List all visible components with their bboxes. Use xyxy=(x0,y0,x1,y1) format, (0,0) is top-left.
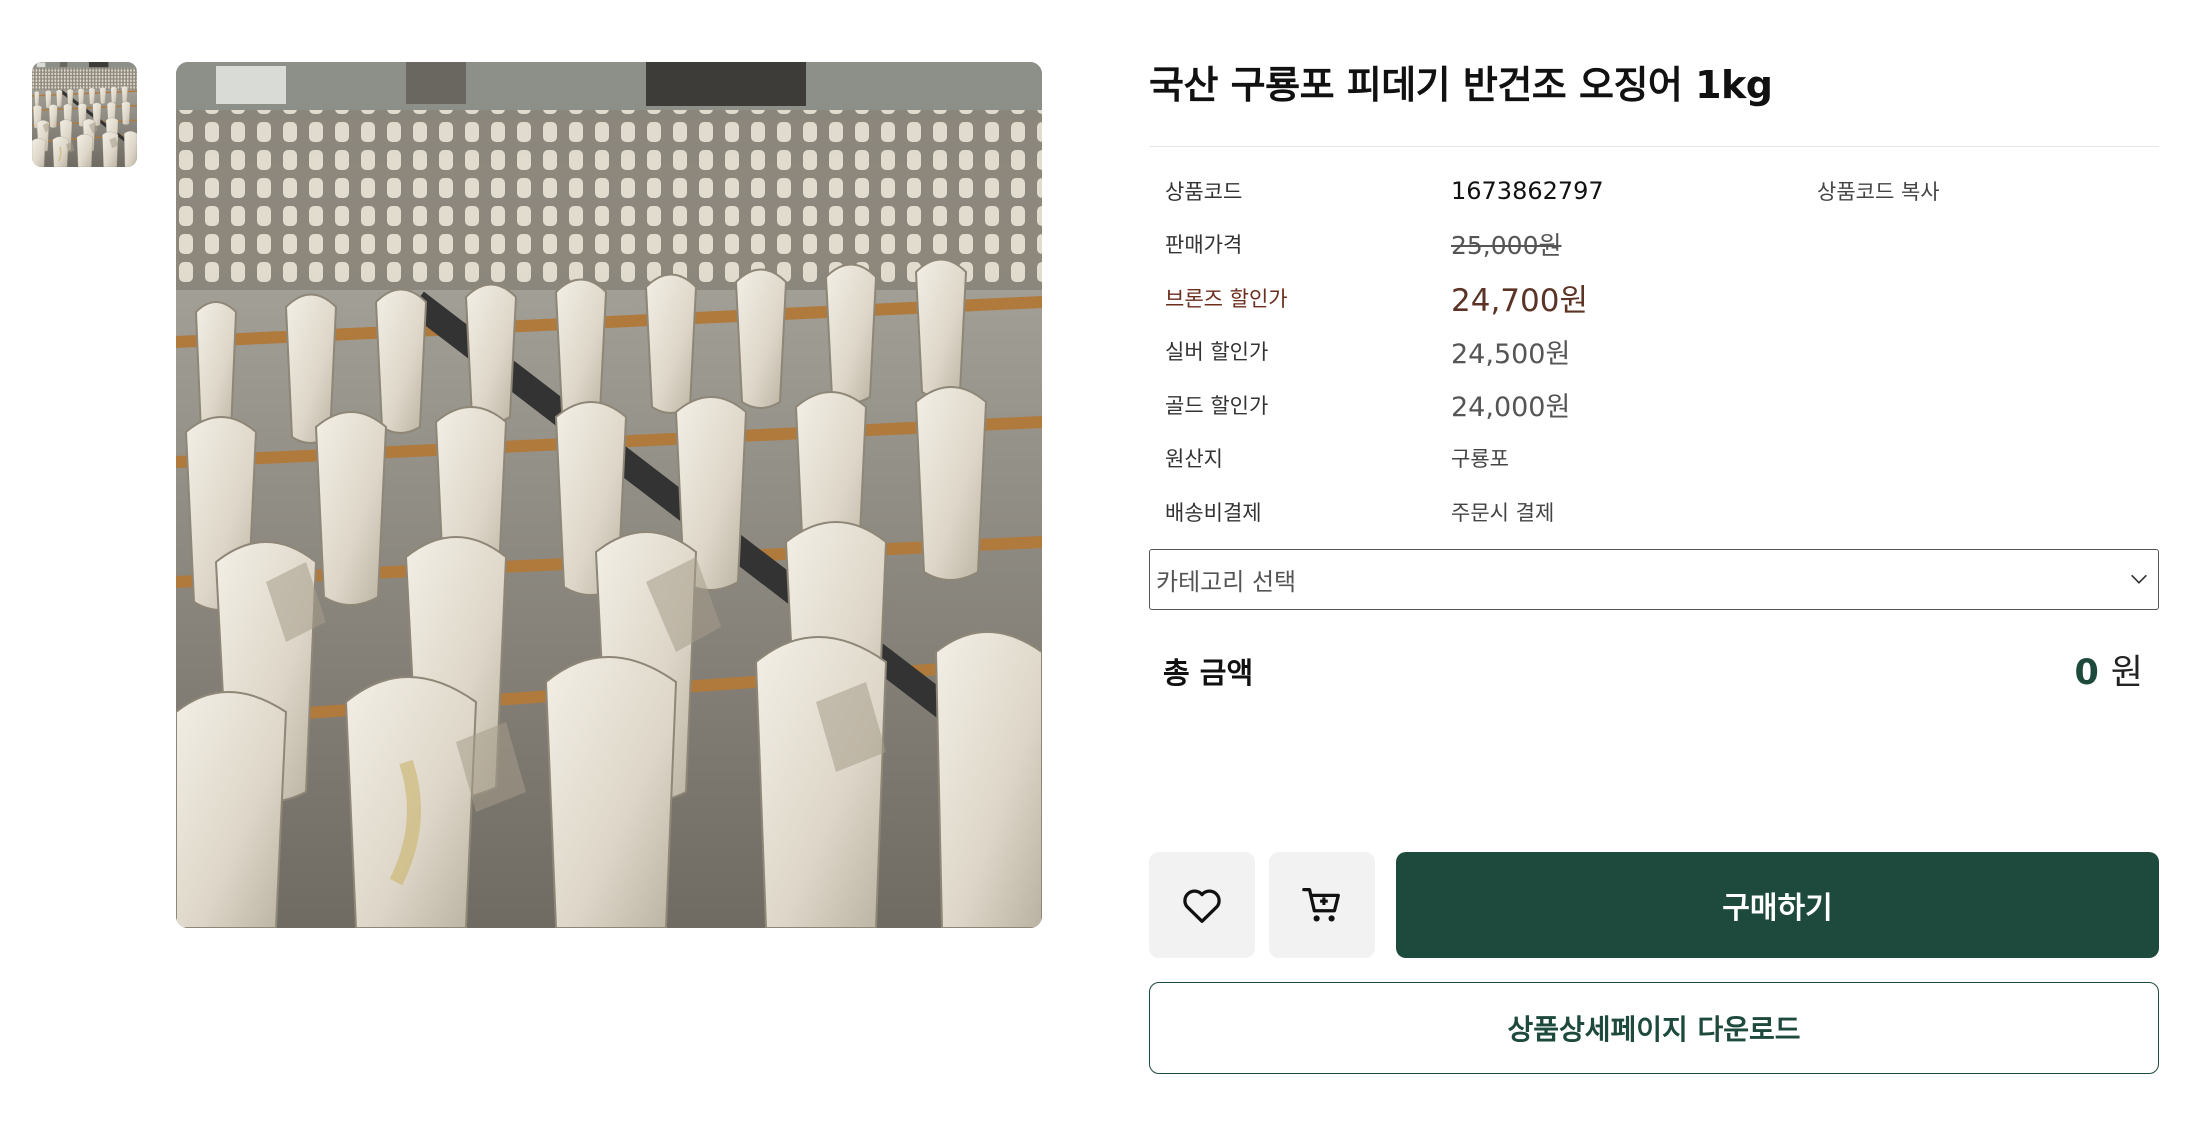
wishlist-button[interactable] xyxy=(1149,852,1255,958)
total-amount: 0 원 xyxy=(2074,644,2143,695)
product-code-value: 1673862797 xyxy=(1451,176,1604,205)
shipping-row: 배송비결제 주문시 결제 xyxy=(1149,485,2159,539)
category-select[interactable]: 카테고리 선택 xyxy=(1149,548,2159,610)
product-code-row: 상품코드 1673862797 상품코드 복사 xyxy=(1149,164,2159,218)
total-amount-section: 총 금액 0 원 xyxy=(1149,610,2159,730)
silver-price-label: 실버 할인가 xyxy=(1165,340,1269,365)
thumbnail-image[interactable] xyxy=(32,62,137,167)
product-info-panel: 국산 구룡포 피데기 반건조 오징어 1kg 상품코드 1673862797 상… xyxy=(1149,50,2159,1074)
shipping-label: 배송비결제 xyxy=(1165,500,1262,525)
bronze-price-row: 브론즈 할인가 24,700원 xyxy=(1149,271,2159,325)
cart-icon xyxy=(1302,888,1340,922)
buy-button[interactable]: 구매하기 xyxy=(1396,852,2159,958)
shipping-value: 주문시 결제 xyxy=(1451,500,1555,525)
cart-button[interactable] xyxy=(1269,852,1375,958)
total-amount-unit: 원 xyxy=(2110,652,2143,693)
total-amount-label: 총 금액 xyxy=(1163,655,1254,690)
download-detail-page-button[interactable]: 상품상세페이지 다운로드 xyxy=(1149,982,2159,1074)
heart-icon xyxy=(1183,889,1221,923)
product-code-label: 상품코드 xyxy=(1165,179,1243,204)
origin-label: 원산지 xyxy=(1165,447,1223,472)
gold-price-value: 24,000원 xyxy=(1451,392,1571,424)
sale-price-value: 25,000원 xyxy=(1451,231,1562,261)
bronze-price-value: 24,700원 xyxy=(1451,283,1588,320)
origin-value: 구룡포 xyxy=(1451,447,1509,472)
thumbnail-photo xyxy=(32,62,137,167)
main-product-image xyxy=(176,62,1042,928)
silver-price-value: 24,500원 xyxy=(1451,338,1571,370)
product-photo xyxy=(176,62,1042,928)
silver-price-row: 실버 할인가 24,500원 xyxy=(1149,325,2159,379)
total-amount-value: 0 xyxy=(2074,652,2099,693)
action-buttons: 구매하기 xyxy=(1149,852,2159,958)
product-detail-list: 상품코드 1673862797 상품코드 복사 판매가격 25,000원 브론즈… xyxy=(1149,164,2159,539)
sale-price-row: 판매가격 25,000원 xyxy=(1149,218,2159,272)
gold-price-row: 골드 할인가 24,000원 xyxy=(1149,378,2159,432)
product-title: 국산 구룡포 피데기 반건조 오징어 1kg xyxy=(1149,50,2159,147)
gold-price-label: 골드 할인가 xyxy=(1165,393,1269,418)
chevron-down-icon xyxy=(2131,574,2147,584)
category-select-value: 카테고리 선택 xyxy=(1156,567,1297,596)
sale-price-label: 판매가격 xyxy=(1165,233,1243,258)
origin-row: 원산지 구룡포 xyxy=(1149,432,2159,486)
copy-product-code-button[interactable]: 상품코드 복사 xyxy=(1817,176,1940,206)
bronze-price-label: 브론즈 할인가 xyxy=(1165,286,1288,311)
